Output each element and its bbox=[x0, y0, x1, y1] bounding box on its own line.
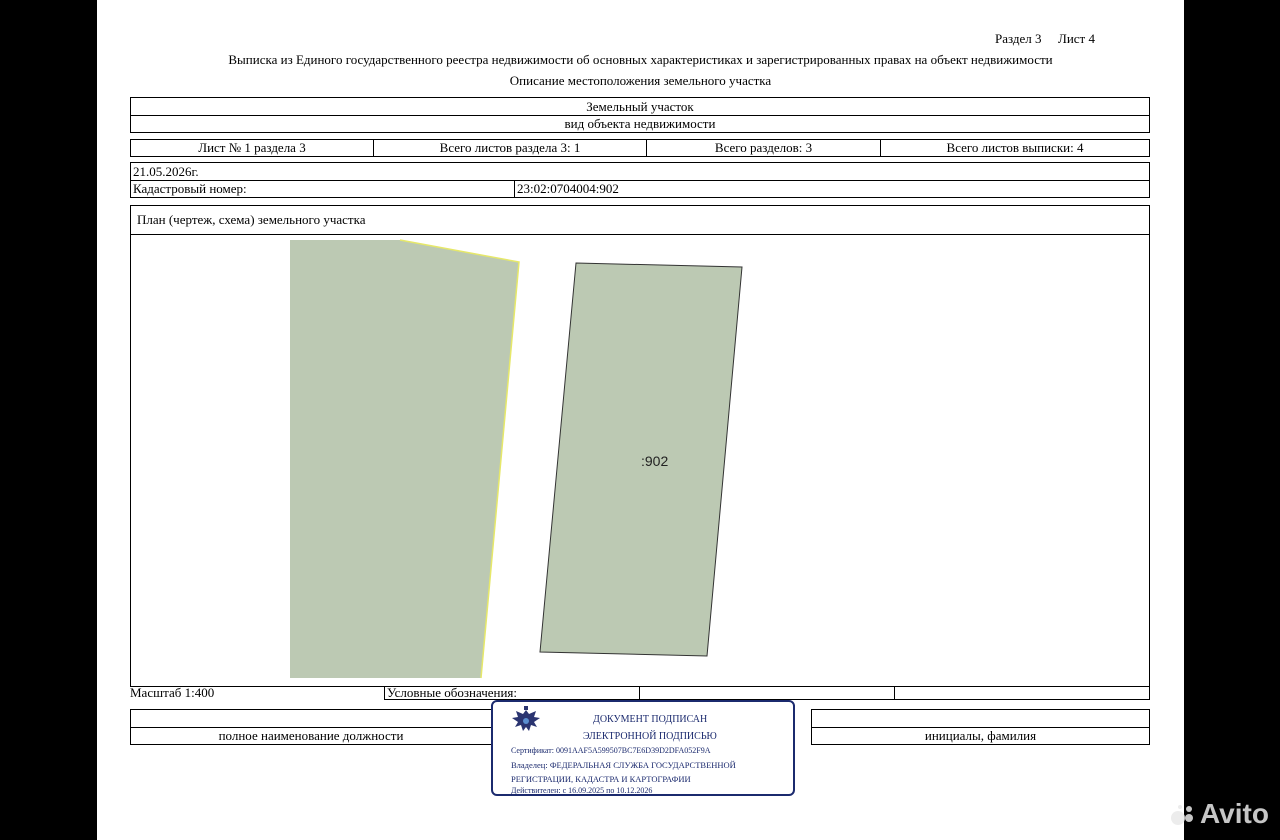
sheets-total-cell: Всего листов выписки: 4 bbox=[880, 139, 1150, 157]
stamp-line-2: ЭЛЕКТРОННОЙ ПОДПИСЬЮ bbox=[583, 731, 717, 742]
electronic-signature-stamp: ДОКУМЕНТ ПОДПИСАН ЭЛЕКТРОННОЙ ПОДПИСЬЮ С… bbox=[491, 700, 795, 796]
plan-drawing: :902 bbox=[290, 239, 743, 679]
plan-heading: План (чертеж, схема) земельного участка bbox=[130, 205, 1150, 235]
position-caption: полное наименование должности bbox=[130, 727, 492, 745]
legend-empty-1 bbox=[639, 686, 895, 700]
legend-empty-2 bbox=[894, 686, 1150, 700]
stamp-certificate: Сертификат: 0091AAF5A599507BC7E6D39D2DFA… bbox=[511, 746, 711, 755]
cadastral-number: 23:02:0704004:902 bbox=[514, 180, 1150, 198]
initials-caption: инициалы, фамилия bbox=[811, 727, 1150, 745]
avito-watermark: Avito bbox=[1170, 798, 1269, 830]
initials-value bbox=[811, 709, 1150, 728]
stamp-line-1: ДОКУМЕНТ ПОДПИСАН bbox=[593, 714, 708, 725]
parcel-label: :902 bbox=[641, 453, 668, 469]
sheet-number: Лист 4 bbox=[1058, 31, 1095, 46]
legend-label: Условные обозначения: bbox=[384, 686, 640, 700]
avito-dots-icon bbox=[1171, 805, 1193, 825]
sheet-no-cell: Лист № 1 раздела 3 bbox=[130, 139, 374, 157]
sheets-in-section-cell: Всего листов раздела 3: 1 bbox=[373, 139, 647, 157]
section-number: Раздел 3 bbox=[995, 31, 1042, 46]
date-cell: 21.05.2026г. bbox=[130, 162, 1150, 181]
plan-drawing-area: :902 bbox=[130, 234, 1150, 687]
neighbor-parcel bbox=[290, 240, 519, 678]
stamp-owner-1: Владелец: ФЕДЕРАЛЬНАЯ СЛУЖБА ГОСУДАРСТВЕ… bbox=[511, 760, 736, 770]
cadastral-label: Кадастровый номер: bbox=[130, 180, 515, 198]
avito-watermark-text: Avito bbox=[1200, 798, 1269, 829]
position-value bbox=[130, 709, 492, 728]
document-title: Выписка из Единого государственного реес… bbox=[228, 52, 1053, 67]
object-type-caption: вид объекта недвижимости bbox=[130, 115, 1150, 133]
object-type: Земельный участок bbox=[130, 97, 1150, 116]
sections-total-cell: Всего разделов: 3 bbox=[646, 139, 881, 157]
document-subtitle: Описание местоположения земельного участ… bbox=[509, 73, 772, 88]
scale-label: Масштаб 1:400 bbox=[130, 686, 385, 700]
stamp-validity: Действителен: с 16.09.2025 по 10.12.2026 bbox=[511, 786, 653, 795]
double-headed-eagle-icon bbox=[512, 706, 540, 731]
stamp-owner-2: РЕГИСТРАЦИИ, КАДАСТРА И КАРТОГРАФИИ bbox=[511, 774, 691, 784]
